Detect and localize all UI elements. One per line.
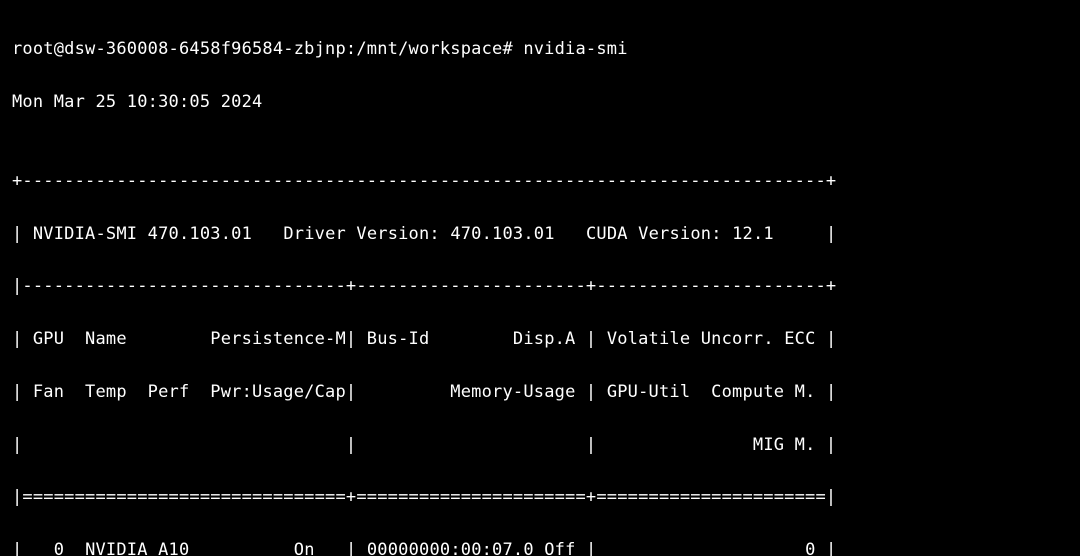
header-row-2: | Fan Temp Perf Pwr:Usage/Cap| Memory-Us…: [12, 379, 1068, 405]
hdr-c3r2: GPU-Util Compute M.: [607, 382, 816, 402]
hdr-c1r2: Fan Temp Perf Pwr:Usage/Cap: [33, 382, 346, 402]
version-line: | NVIDIA-SMI 470.103.01 Driver Version: …: [12, 221, 1068, 247]
prompt-prefix: root@dsw-360008-6458f96584-zbjnp:/mnt/wo…: [12, 39, 513, 59]
gpu-dispa: Off: [544, 540, 575, 556]
table-sep-double: |===============================+=======…: [12, 484, 1068, 510]
gpu-ecc: 0: [805, 540, 815, 556]
table-sep: |-------------------------------+-------…: [12, 273, 1068, 299]
gpu-id: 0: [54, 540, 64, 556]
nvidia-smi-output: +---------------------------------------…: [12, 142, 1068, 556]
gpu-name: NVIDIA A10: [85, 540, 189, 556]
header-row-1: | GPU Name Persistence-M| Bus-Id Disp.A …: [12, 326, 1068, 352]
gpu-busid: 00000000:00:07.0: [367, 540, 534, 556]
hdr-c2r2: Memory-Usage: [450, 382, 575, 402]
hdr-c3r1: Volatile Uncorr. ECC: [607, 329, 816, 349]
command-text: nvidia-smi: [523, 39, 627, 59]
cuda-version: 12.1: [732, 224, 774, 244]
smi-label: NVIDIA-SMI: [33, 224, 137, 244]
driver-version: 470.103.01: [450, 224, 554, 244]
hdr-c1r1: GPU Name Persistence-M: [33, 329, 346, 349]
smi-version: 470.103.01: [148, 224, 252, 244]
header-row-3: | | | MIG M. |: [12, 432, 1068, 458]
cuda-label: CUDA Version:: [586, 224, 722, 244]
hdr-c3r3: MIG M.: [753, 435, 816, 455]
shell-prompt-line[interactable]: root@dsw-360008-6458f96584-zbjnp:/mnt/wo…: [12, 36, 1068, 62]
terminal-output: root@dsw-360008-6458f96584-zbjnp:/mnt/wo…: [0, 0, 1080, 556]
gpu-persistence: On: [294, 540, 315, 556]
gpu-data-row-1: | 0 NVIDIA A10 On | 00000000:00:07.0 Off…: [12, 537, 1068, 556]
hdr-c2r1: Bus-Id Disp.A: [367, 329, 576, 349]
table-border-top: +---------------------------------------…: [12, 168, 1068, 194]
driver-label: Driver Version:: [283, 224, 440, 244]
timestamp-line: Mon Mar 25 10:30:05 2024: [12, 89, 1068, 115]
